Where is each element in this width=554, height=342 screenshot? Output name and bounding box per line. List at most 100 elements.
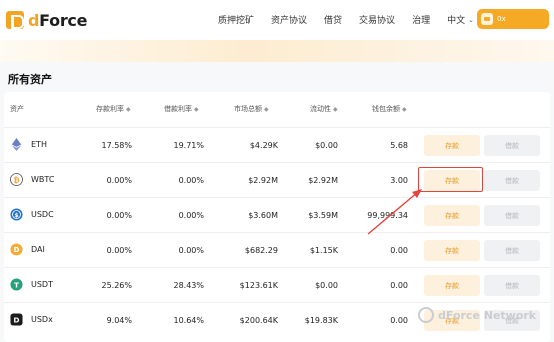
borrow-button[interactable]: 借款 xyxy=(484,275,540,296)
header-asset: 资产 xyxy=(10,105,24,113)
wechat-icon xyxy=(418,307,434,323)
market-size: $200.64K xyxy=(239,316,278,325)
borrow-rate: 0.00% xyxy=(178,246,204,255)
deposit-button[interactable]: 存款 xyxy=(424,240,480,261)
asset-cell: D USDx xyxy=(10,313,53,326)
table-row: ETH 17.58% 19.71% $4.29K $0.00 5.68 存款 借… xyxy=(4,127,550,162)
table-header: 资产 存款利率 ◆ 借款利率 ◆ 市场总额 ◆ 流动性 ◆ 钱包余额 ◆ xyxy=(4,92,550,127)
market-size: $4.29K xyxy=(249,141,278,150)
sort-icon: ◆ xyxy=(194,106,199,113)
wallet-balance: 0.00 xyxy=(390,316,408,325)
wbtc-icon: ₿ xyxy=(10,173,23,186)
liquidity: $0.00 xyxy=(315,141,338,150)
chevron-down-icon: ⌄ xyxy=(468,15,474,24)
svg-text:D: D xyxy=(14,246,20,254)
sort-icon: ◆ xyxy=(402,106,407,113)
market-size: $3.60M xyxy=(248,211,278,220)
watermark: dForce Network xyxy=(418,307,536,323)
liquidity: $19.83K xyxy=(304,316,338,325)
svg-text:₿: ₿ xyxy=(13,175,19,184)
deposit-button[interactable]: 存款 xyxy=(424,205,480,226)
deposit-rate: 0.00% xyxy=(106,211,132,220)
header-borrow-rate[interactable]: 借款利率 ◆ xyxy=(164,104,199,114)
nav-item-trading-protocol[interactable]: 交易协议 xyxy=(359,13,395,26)
borrow-rate: 0.00% xyxy=(178,211,204,220)
borrow-button[interactable]: 借款 xyxy=(484,240,540,261)
sort-icon: ◆ xyxy=(333,106,338,113)
usdc-icon: $ xyxy=(10,208,23,221)
asset-name: WBTC xyxy=(31,175,55,184)
header-deposit-rate[interactable]: 存款利率 ◆ xyxy=(96,104,131,114)
asset-name: USDT xyxy=(31,280,53,289)
asset-cell: D DAI xyxy=(10,243,45,256)
borrow-button[interactable]: 借款 xyxy=(484,170,540,191)
wallet-address: 0x xyxy=(497,15,506,23)
wallet-balance: 0.00 xyxy=(390,246,408,255)
sort-icon: ◆ xyxy=(126,106,131,113)
deposit-button[interactable]: 存款 xyxy=(424,275,480,296)
asset-cell: $ USDC xyxy=(10,208,54,221)
asset-name: USDx xyxy=(31,315,53,324)
watermark-text: dForce Network xyxy=(438,308,537,322)
banner xyxy=(0,40,554,62)
svg-text:$: $ xyxy=(14,212,18,219)
nav-item-asset-protocol[interactable]: 资产协议 xyxy=(271,13,307,26)
table-row: D DAI 0.00% 0.00% $682.29 $1.15K 0.00 存款… xyxy=(4,232,550,267)
dforce-logo-icon xyxy=(6,11,24,29)
borrow-rate: 28.43% xyxy=(173,281,204,290)
sort-icon: ◆ xyxy=(264,106,269,113)
wallet-button[interactable]: 0x xyxy=(477,9,549,29)
asset-cell: ₿ WBTC xyxy=(10,173,54,186)
liquidity: $3.59M xyxy=(308,211,338,220)
deposit-rate: 0.00% xyxy=(106,176,132,185)
nav-item-lending[interactable]: 借贷 xyxy=(324,13,342,26)
deposit-rate: 25.26% xyxy=(101,281,132,290)
header-wallet-balance[interactable]: 钱包余额 ◆ xyxy=(372,104,407,114)
main-nav: 质押挖矿 资产协议 借贷 交易协议 治理 中文 ⌄ xyxy=(218,13,491,27)
asset-name: USDC xyxy=(31,210,54,219)
borrow-button[interactable]: 借款 xyxy=(484,135,540,156)
nav-item-staking[interactable]: 质押挖矿 xyxy=(218,13,254,26)
svg-text:D: D xyxy=(13,315,19,324)
wallet-icon xyxy=(481,13,493,25)
page-title: 所有资产 xyxy=(8,73,52,86)
deposit-rate: 0.00% xyxy=(106,246,132,255)
dforce-logo[interactable]: dForce xyxy=(6,9,87,31)
table-row: $ USDC 0.00% 0.00% $3.60M $3.59M 99,999.… xyxy=(4,197,550,232)
borrow-button[interactable]: 借款 xyxy=(484,205,540,226)
header-liquidity[interactable]: 流动性 ◆ xyxy=(310,104,338,114)
annotation-arrow-icon xyxy=(367,189,422,235)
borrow-rate: 19.71% xyxy=(173,141,204,150)
liquidity: $2.92M xyxy=(308,176,338,185)
wallet-balance: 3.00 xyxy=(390,176,408,185)
table-row: T USDT 25.26% 28.43% $123.61K $0.00 0.00… xyxy=(4,267,550,302)
nav-item-governance[interactable]: 治理 xyxy=(412,13,430,26)
header-market-size[interactable]: 市场总额 ◆ xyxy=(234,104,269,114)
asset-cell: T USDT xyxy=(10,278,53,291)
deposit-rate: 17.58% xyxy=(101,141,132,150)
market-size: $682.29 xyxy=(244,246,278,255)
liquidity: $0.00 xyxy=(315,281,338,290)
wallet-balance: 5.68 xyxy=(390,141,408,150)
market-size: $2.92M xyxy=(248,176,278,185)
top-navbar: dForce 质押挖矿 资产协议 借贷 交易协议 治理 中文 ⌄ 0x xyxy=(0,0,554,40)
wallet-balance: 0.00 xyxy=(390,281,408,290)
asset-name: DAI xyxy=(31,245,45,254)
liquidity: $1.15K xyxy=(309,246,338,255)
asset-name: ETH xyxy=(31,140,47,149)
annotation-highlight-box xyxy=(418,167,483,192)
language-label: 中文 xyxy=(447,16,466,26)
usdt-icon: T xyxy=(10,278,23,291)
usdx-icon: D xyxy=(10,313,23,326)
asset-cell: ETH xyxy=(10,138,47,151)
dai-icon: D xyxy=(10,243,23,256)
deposit-rate: 9.04% xyxy=(106,316,132,325)
deposit-button[interactable]: 存款 xyxy=(424,135,480,156)
logo-text: dForce xyxy=(28,10,88,30)
eth-icon xyxy=(11,138,22,151)
assets-table: 资产 存款利率 ◆ 借款利率 ◆ 市场总额 ◆ 流动性 ◆ 钱包余额 ◆ ETH 17.5… xyxy=(4,92,550,342)
borrow-rate: 10.64% xyxy=(173,316,204,325)
language-selector[interactable]: 中文 ⌄ xyxy=(447,13,474,27)
market-size: $123.61K xyxy=(239,281,278,290)
borrow-rate: 0.00% xyxy=(178,176,204,185)
